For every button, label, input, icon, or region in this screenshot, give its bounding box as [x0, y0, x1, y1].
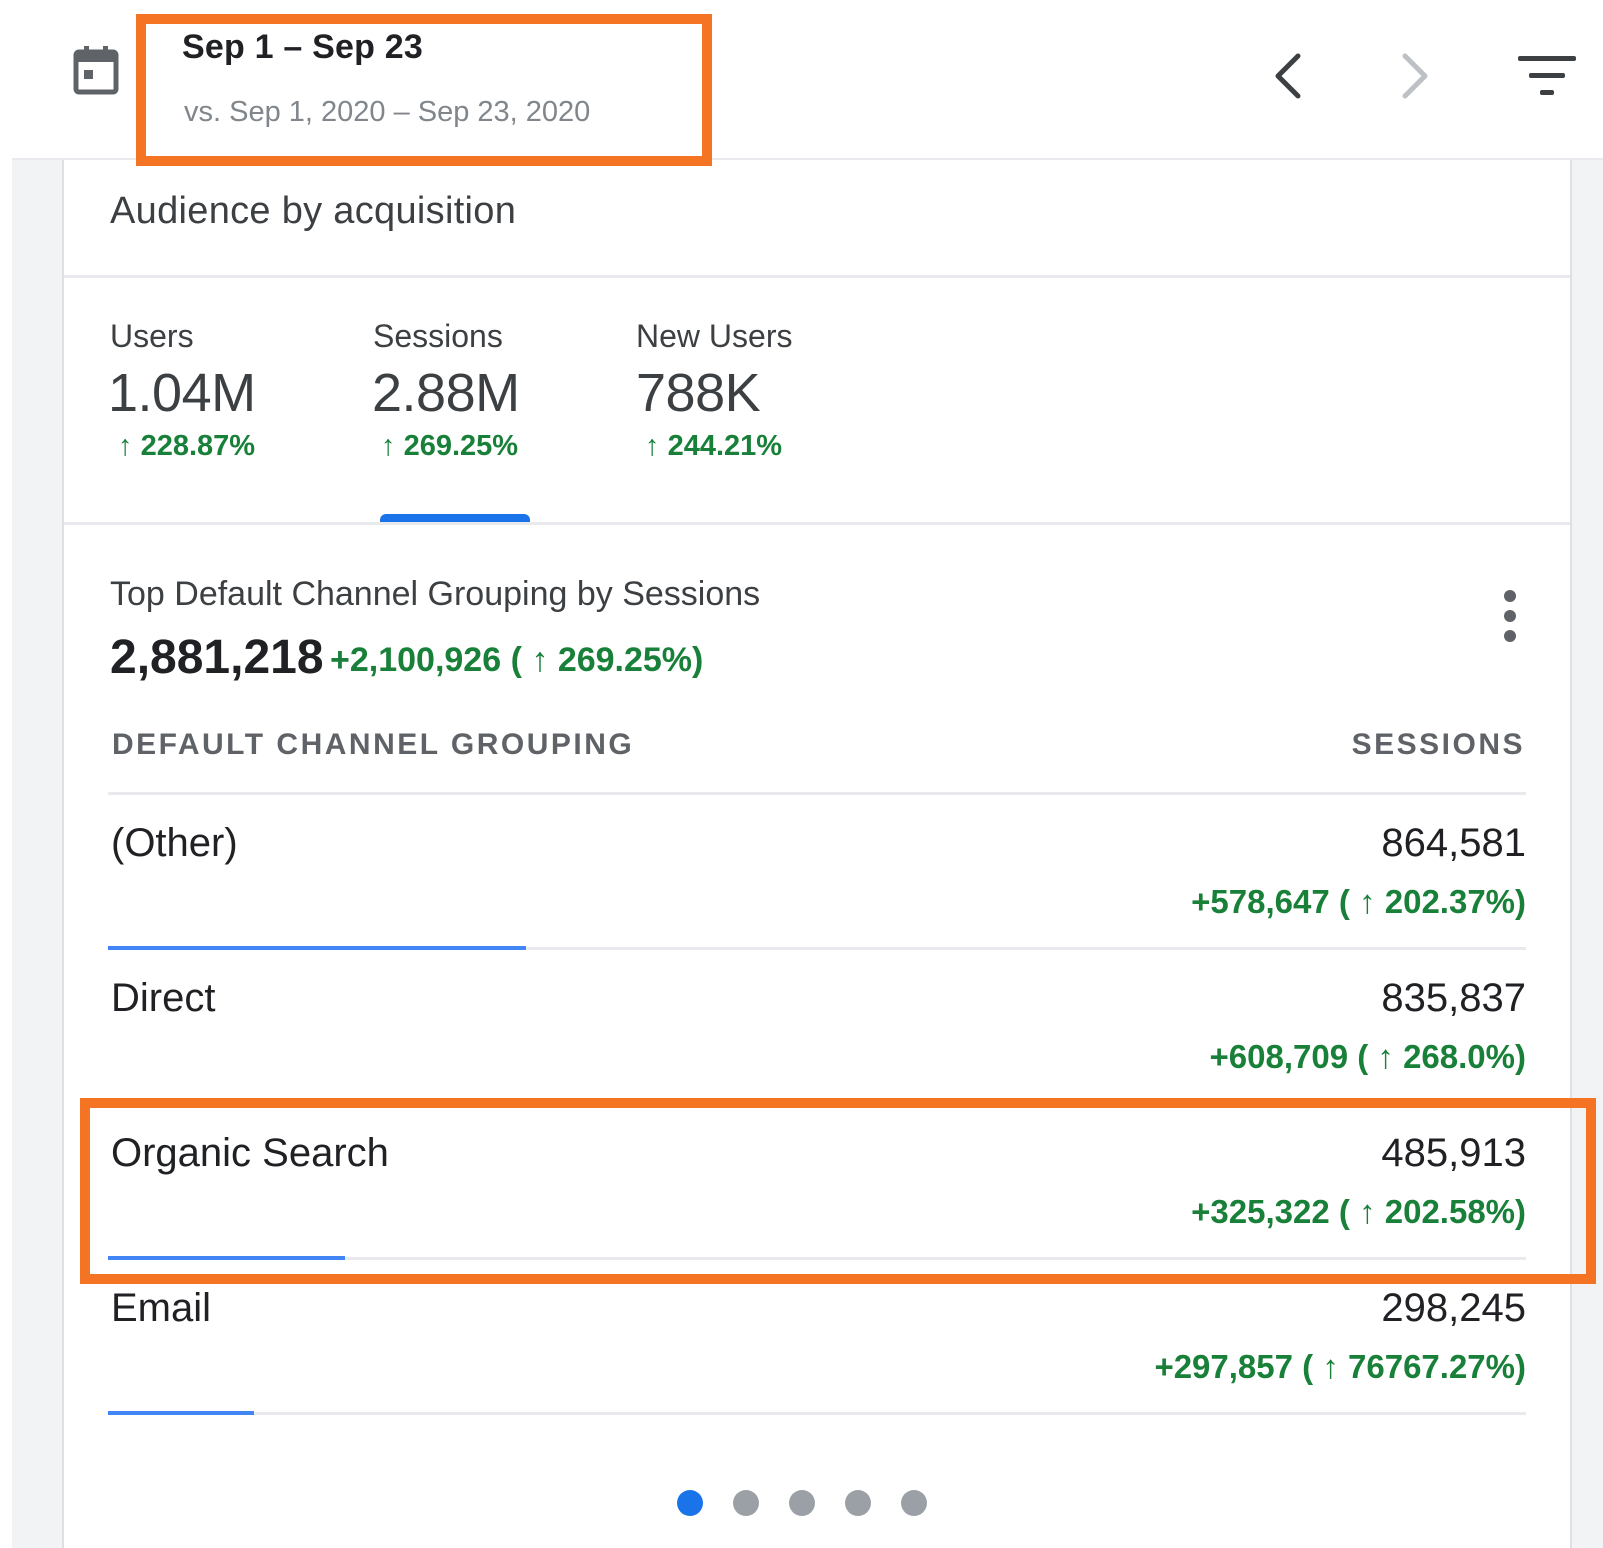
page-indicator — [0, 1490, 1603, 1516]
row-change: +297,857 ( ↑ 76767.27%) — [1154, 1348, 1526, 1386]
page-dot[interactable] — [732, 1490, 759, 1516]
arrow-up-icon: ↑ — [381, 430, 396, 462]
column-header-channel: DEFAULT CHANNEL GROUPING — [112, 728, 635, 761]
filter-icon[interactable] — [1518, 54, 1580, 98]
page-dot[interactable] — [900, 1490, 927, 1516]
row-sessions-value: 298,245 — [1381, 1286, 1526, 1330]
metric-change-sessions: ↑ 269.25% — [381, 430, 518, 463]
divider — [64, 275, 1570, 278]
metric-change-new-users: ↑ 244.21% — [645, 430, 782, 463]
arrow-up-icon: ↑ — [1322, 1348, 1339, 1385]
section-title: Top Default Channel Grouping by Sessions — [110, 575, 761, 613]
chevron-left-icon[interactable] — [1268, 50, 1308, 102]
metric-change-users: ↑ 228.87% — [118, 430, 255, 463]
divider — [64, 522, 1570, 525]
row-change-pct: 268.0%) — [1403, 1038, 1526, 1075]
arrow-up-icon: ↑ — [1377, 1038, 1394, 1075]
row-change-abs: +608,709 — [1209, 1038, 1349, 1075]
paren: ( — [1357, 1038, 1369, 1075]
row-change: +578,647 ( ↑ 202.37%) — [1191, 883, 1526, 921]
row-sessions-value: 864,581 — [1381, 821, 1526, 865]
row-share-bar — [108, 1411, 255, 1415]
metric-label-new-users: New Users — [636, 318, 793, 354]
arrow-up-icon: ↑ — [118, 430, 133, 462]
more-vert-icon[interactable] — [1490, 588, 1530, 644]
row-change-abs: +578,647 — [1191, 883, 1330, 920]
metric-change-users-value: 228.87% — [140, 430, 256, 462]
page-dot[interactable] — [676, 1490, 703, 1516]
page-dot[interactable] — [844, 1490, 871, 1516]
metric-change-sessions-value: 269.25% — [403, 430, 519, 462]
highlight-box-date — [136, 14, 712, 166]
row-bar-track — [108, 1412, 1526, 1415]
total-change-pct: 269.25%) — [557, 641, 704, 679]
row-sessions-value: 835,837 — [1381, 976, 1526, 1020]
row-channel-name: Email — [111, 1286, 212, 1330]
calendar-icon[interactable] — [72, 44, 120, 96]
row-change: +608,709 ( ↑ 268.0%) — [1210, 1038, 1527, 1076]
card-title: Audience by acquisition — [110, 190, 517, 232]
total-change-abs: +2,100,926 — [330, 641, 502, 679]
arrow-up-icon: ↑ — [531, 641, 549, 679]
row-change-pct: 202.37%) — [1384, 883, 1526, 920]
highlight-box-organic-search — [80, 1098, 1596, 1284]
paren: ( — [1338, 883, 1350, 920]
row-channel-name: Direct — [111, 976, 216, 1020]
metric-label-users: Users — [110, 318, 194, 354]
paren: ( — [510, 641, 522, 679]
metric-value-sessions: 2.88M — [372, 363, 520, 423]
metric-value-new-users: 788K — [636, 363, 761, 423]
total-sessions: 2,881,218 — [110, 631, 324, 684]
table-row[interactable]: Direct 835,837 +608,709 ( ↑ 268.0%) — [108, 950, 1526, 1105]
metric-value-users: 1.04M — [108, 363, 256, 423]
metric-label-sessions: Sessions — [373, 318, 503, 354]
arrow-up-icon: ↑ — [1359, 883, 1376, 920]
paren: ( — [1302, 1348, 1314, 1385]
row-change-pct: 76767.27%) — [1348, 1348, 1526, 1385]
page-dot[interactable] — [788, 1490, 815, 1516]
column-header-sessions: SESSIONS — [1351, 728, 1525, 761]
chevron-right-icon[interactable] — [1395, 50, 1435, 102]
arrow-up-icon: ↑ — [645, 430, 660, 462]
total-change: +2,100,926 ( ↑ 269.25%) — [330, 641, 703, 680]
row-channel-name: (Other) — [111, 821, 238, 865]
metric-change-new-users-value: 244.21% — [667, 430, 783, 462]
row-change-abs: +297,857 — [1154, 1348, 1293, 1385]
table-row[interactable]: (Other) 864,581 +578,647 ( ↑ 202.37%) — [108, 795, 1526, 950]
